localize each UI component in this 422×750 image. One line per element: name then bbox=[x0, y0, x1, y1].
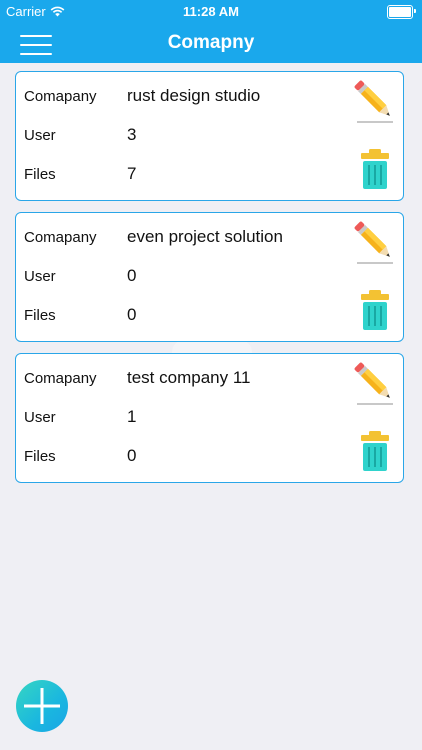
files-count: 0 bbox=[127, 446, 137, 465]
nav-bar: Carrier 11:28 AM Comapny bbox=[0, 0, 422, 63]
user-label: User bbox=[24, 408, 56, 426]
user-row: User 1 bbox=[24, 405, 136, 429]
trash-icon[interactable] bbox=[359, 148, 391, 190]
status-bar: Carrier 11:28 AM bbox=[0, 0, 422, 22]
page-title: Comapny bbox=[167, 32, 255, 53]
user-row: User 0 bbox=[24, 264, 136, 288]
files-row: Files 7 bbox=[24, 162, 136, 186]
pencil-icon[interactable] bbox=[353, 78, 397, 124]
user-row: User 3 bbox=[24, 123, 136, 147]
company-row: Comapany test company 11 bbox=[24, 366, 250, 390]
trash-icon[interactable] bbox=[359, 430, 391, 472]
company-label: Comapany bbox=[24, 87, 97, 105]
add-company-button[interactable] bbox=[16, 680, 68, 732]
company-card: Comapany test company 11 User 1 Files 0 bbox=[15, 353, 404, 483]
files-label: Files bbox=[24, 165, 56, 183]
status-time: 11:28 AM bbox=[183, 4, 239, 19]
user-label: User bbox=[24, 126, 56, 144]
company-card: Comapany rust design studio User 3 Files… bbox=[15, 71, 404, 201]
company-label: Comapany bbox=[24, 369, 97, 387]
plus-icon bbox=[24, 688, 60, 724]
battery-icon bbox=[387, 5, 416, 19]
company-name: rust design studio bbox=[127, 86, 261, 105]
files-row: Files 0 bbox=[24, 303, 136, 327]
files-row: Files 0 bbox=[24, 444, 136, 468]
user-count: 1 bbox=[127, 407, 137, 426]
user-count: 3 bbox=[127, 125, 137, 144]
files-label: Files bbox=[24, 447, 56, 465]
company-card: Comapany even project solution User 0 Fi… bbox=[15, 212, 404, 342]
files-count: 0 bbox=[127, 305, 137, 324]
company-row: Comapany rust design studio bbox=[24, 84, 260, 108]
company-row: Comapany even project solution bbox=[24, 225, 283, 249]
company-label: Comapany bbox=[24, 228, 97, 246]
trash-icon[interactable] bbox=[359, 289, 391, 331]
files-label: Files bbox=[24, 306, 56, 324]
company-name: test company 11 bbox=[127, 368, 251, 387]
company-name: even project solution bbox=[127, 227, 283, 246]
files-count: 7 bbox=[127, 164, 137, 183]
pencil-icon[interactable] bbox=[353, 360, 397, 406]
user-count: 0 bbox=[127, 266, 137, 285]
user-label: User bbox=[24, 267, 56, 285]
battery-level bbox=[389, 7, 411, 17]
pencil-icon[interactable] bbox=[353, 219, 397, 265]
